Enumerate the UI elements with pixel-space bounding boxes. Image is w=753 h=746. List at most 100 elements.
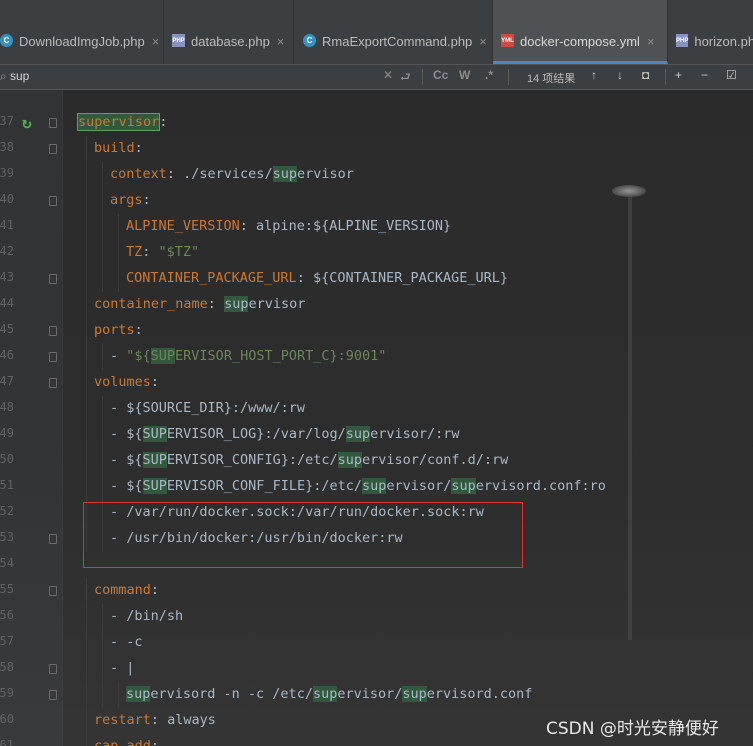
code-token: : (134, 322, 143, 338)
code-token: "${ (126, 348, 151, 364)
code-line[interactable]: 51- ${SUPERVISOR_CONF_FILE}:/etc/supervi… (0, 474, 753, 500)
tab-horizon[interactable]: PHP horizon.ph (668, 0, 753, 64)
close-icon[interactable]: × (479, 34, 487, 49)
code-line[interactable]: 55 command: (0, 578, 753, 604)
indent-guide (86, 214, 87, 240)
close-icon[interactable]: × (277, 34, 285, 49)
whole-word-toggle[interactable]: W (459, 68, 470, 82)
code-token: : alpine:${ALPINE_VERSION} (239, 218, 452, 234)
regex-toggle[interactable]: .* (485, 68, 493, 82)
code-line[interactable]: 42 TZ: "$TZ" (0, 240, 753, 266)
fold-marker-icon[interactable] (49, 586, 57, 596)
code-line[interactable]: 41 ALPINE_VERSION: alpine:${ALPINE_VERSIO… (0, 214, 753, 240)
code-token: : ${CONTAINER_PACKAGE_URL} (296, 270, 509, 286)
fold-marker-icon[interactable] (49, 690, 57, 700)
divider (508, 69, 509, 85)
code-token: TZ (126, 244, 143, 260)
add-cursor-icon[interactable]: + (675, 68, 682, 82)
code-line[interactable]: 46 - "${SUPERVISOR_HOST_PORT_C}:9001" (0, 344, 753, 370)
indent-guide (102, 396, 103, 422)
run-service-icon[interactable]: ↻ (22, 113, 32, 132)
indent-guide (102, 214, 103, 240)
code-line[interactable]: 36 (0, 90, 753, 97)
code-token: ERVISOR_CONF_FILE}:/etc/ (166, 478, 362, 494)
code-token: CONTAINER_PACKAGE_URL (126, 270, 297, 286)
code-token: sup (345, 426, 371, 442)
fold-marker-icon[interactable] (49, 326, 57, 336)
indent-guide (86, 240, 87, 266)
line-number: 46 (0, 348, 14, 362)
code-token: volumes (94, 374, 151, 390)
code-line[interactable]: 40 args: (0, 188, 753, 214)
line-number: 49 (0, 426, 14, 440)
indent-guide (86, 266, 87, 292)
code-line[interactable]: 48 - ${SOURCE_DIR}:/www/:rw (0, 396, 753, 422)
code-line[interactable]: 38 build: (0, 136, 753, 162)
indent-guide (86, 318, 87, 344)
code-line[interactable]: 49 - ${SUPERVISOR_LOG}:/var/log/superviso… (0, 422, 753, 448)
code-token: ervisord.conf (426, 686, 533, 702)
fold-marker-icon[interactable] (49, 664, 57, 674)
fold-marker-icon[interactable] (49, 118, 57, 128)
indent-guide (86, 708, 87, 734)
select-all-occurrences-icon[interactable]: ◘ (642, 68, 649, 82)
tab-docker-compose[interactable]: YML docker-compose.yml × (493, 0, 668, 64)
fold-marker-icon[interactable] (49, 144, 57, 154)
indent-guide (86, 188, 87, 214)
tab-downloadimgjob[interactable]: C DownloadImgJob.php × (0, 0, 164, 64)
line-number: 59 (0, 686, 14, 700)
php-file-icon: PHP (676, 34, 689, 47)
code-token: SUP (150, 348, 176, 364)
line-number: 41 (0, 218, 14, 232)
remove-cursor-icon[interactable]: − (701, 68, 708, 82)
filter-icon[interactable]: ☑ (726, 68, 737, 82)
arrow-up-icon[interactable]: ↑ (591, 68, 597, 82)
clear-icon[interactable]: ✕ (383, 68, 393, 82)
code-text: ALPINE_VERSION: alpine:${ALPINE_VERSION} (126, 218, 451, 234)
close-icon[interactable]: × (152, 34, 160, 49)
indent-guide (86, 136, 87, 162)
search-input[interactable]: sup (10, 69, 29, 83)
code-line[interactable]: 39 context: ./services/supervisor (0, 162, 753, 188)
tab-rmaexportcommand[interactable]: C RmaExportCommand.php × (294, 0, 493, 64)
code-line[interactable]: 44 container_name: supervisor (0, 292, 753, 318)
code-token: : always (150, 712, 216, 728)
fold-marker-icon[interactable] (49, 196, 57, 206)
indent-guide (86, 474, 87, 500)
code-line[interactable]: 58 - | (0, 656, 753, 682)
code-line[interactable]: 56 - /bin/sh (0, 604, 753, 630)
line-number: 48 (0, 400, 14, 414)
code-line[interactable]: 37 ↻ supervisor: (0, 110, 753, 136)
code-text: - | (110, 660, 134, 676)
history-icon[interactable]: ⮐ (400, 68, 411, 89)
indent-guide (102, 266, 103, 292)
divider (422, 69, 423, 85)
indent-guide (86, 656, 87, 682)
close-icon[interactable]: × (647, 34, 655, 49)
code-editor[interactable]: 36 37↻supervisor:38build:39context: ./ser… (0, 90, 753, 746)
code-token: cap_add (94, 738, 151, 746)
code-line[interactable]: 59 supervisord -n -c /etc/supervisor/supe… (0, 682, 753, 708)
code-line[interactable]: 45 ports: (0, 318, 753, 344)
fold-marker-icon[interactable] (49, 378, 57, 388)
arrow-down-icon[interactable]: ↓ (617, 68, 623, 82)
code-line[interactable]: 47 volumes: (0, 370, 753, 396)
divider (665, 69, 666, 85)
match-case-toggle[interactable]: Cc (433, 68, 448, 82)
code-token: ALPINE_VERSION (126, 218, 240, 234)
code-token: sup (451, 478, 476, 494)
fold-marker-icon[interactable] (49, 274, 57, 284)
code-line[interactable]: 43 CONTAINER_PACKAGE_URL: ${CONTAINER_PAC… (0, 266, 753, 292)
code-token: sup (312, 686, 338, 702)
code-token: : (150, 738, 160, 746)
code-line[interactable]: 57 - -c (0, 630, 753, 656)
code-token: SUP (142, 426, 167, 442)
search-icon[interactable]: ⌕ (0, 69, 7, 84)
code-line[interactable]: 50 - ${SUPERVISOR_CONFIG}:/etc/supervisor… (0, 448, 753, 474)
indent-guide (118, 682, 119, 708)
fold-marker-icon[interactable] (49, 534, 57, 544)
code-token: sup (126, 686, 151, 702)
code-token: args (110, 192, 143, 208)
fold-marker-icon[interactable] (49, 352, 57, 362)
tab-database[interactable]: PHP database.php × (164, 0, 294, 64)
